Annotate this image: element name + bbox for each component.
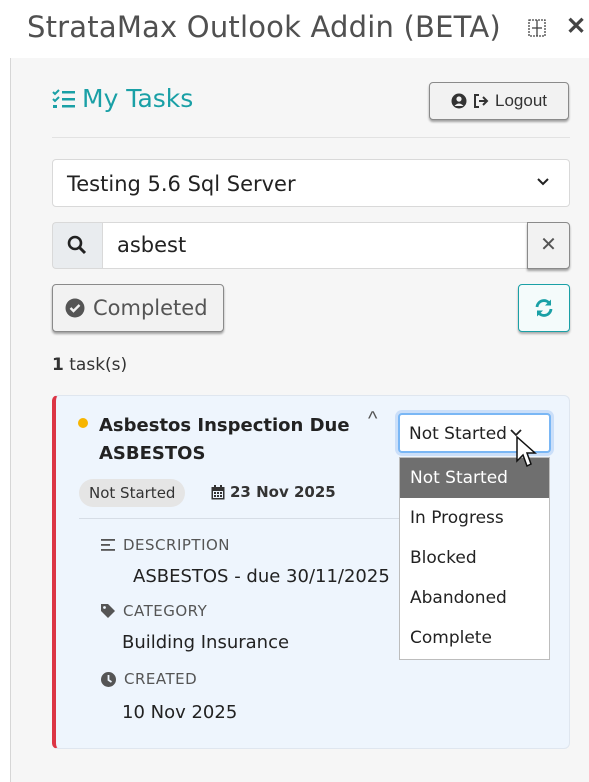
clock-icon <box>101 671 116 687</box>
search-group: asbest ✕ <box>52 222 570 269</box>
tag-icon <box>101 604 115 618</box>
category-label: CATEGORY <box>101 602 207 620</box>
search-icon-box <box>52 222 102 269</box>
collapse-icon[interactable]: ^ <box>368 408 377 431</box>
status-option[interactable]: Complete <box>400 618 549 658</box>
task-count-number: 1 <box>52 355 64 375</box>
status-option[interactable]: Blocked <box>400 538 549 578</box>
task-title-line2: ASBESTOS <box>99 443 206 464</box>
mouse-cursor-icon <box>516 436 537 468</box>
task-title[interactable]: Asbestos Inspection Due ASBESTOS <box>99 412 369 468</box>
status-badge: Not Started <box>79 479 186 507</box>
priority-dot <box>78 418 88 428</box>
status-option[interactable]: Abandoned <box>400 578 549 618</box>
completed-label: Completed <box>93 296 208 320</box>
close-icon[interactable]: ✕ <box>566 12 586 41</box>
status-dropdown-menu: Not Started In Progress Blocked Abandone… <box>399 457 550 660</box>
unpin-icon[interactable] <box>528 19 546 37</box>
task-title-line1: Asbestos Inspection Due <box>99 415 350 436</box>
tasks-list-icon <box>52 84 82 113</box>
page-title-text: My Tasks <box>82 84 194 113</box>
description-value: ASBESTOS - due 30/11/2025 <box>133 566 390 587</box>
description-label-text: DESCRIPTION <box>123 536 231 554</box>
sign-out-icon <box>474 94 489 108</box>
created-label-text: CREATED <box>124 670 198 688</box>
description-label: DESCRIPTION <box>101 536 230 554</box>
category-value: Building Insurance <box>122 632 290 653</box>
task-count: 1 task(s) <box>52 355 127 375</box>
status-select-value: Not Started <box>409 424 507 444</box>
server-select[interactable]: Testing 5.6 Sql Server <box>52 159 570 207</box>
search-input[interactable]: asbest <box>102 222 528 269</box>
close-icon: ✕ <box>540 234 557 256</box>
taskpane-titlebar: StrataMax Outlook Addin (BETA) ✕ <box>0 0 589 56</box>
chevron-down-icon <box>537 178 549 186</box>
created-label: CREATED <box>101 670 197 688</box>
server-select-value: Testing 5.6 Sql Server <box>67 172 296 196</box>
task-count-suffix: task(s) <box>69 355 128 375</box>
search-icon <box>67 235 87 255</box>
logout-button[interactable]: Logout <box>429 82 569 120</box>
check-circle-icon <box>65 298 85 318</box>
align-left-icon <box>101 539 115 551</box>
page-title: My Tasks <box>52 84 193 113</box>
window-title: StrataMax Outlook Addin (BETA) <box>27 10 501 44</box>
due-date: 23 Nov 2025 <box>211 483 336 501</box>
calendar-icon <box>211 484 225 499</box>
status-option[interactable]: In Progress <box>400 498 549 538</box>
created-value: 10 Nov 2025 <box>122 702 238 723</box>
completed-filter-button[interactable]: Completed <box>52 284 224 332</box>
refresh-button[interactable] <box>518 284 570 332</box>
user-circle-icon <box>451 93 467 109</box>
logout-label: Logout <box>495 91 547 110</box>
header-divider <box>52 137 570 138</box>
category-label-text: CATEGORY <box>123 602 208 620</box>
clear-search-button[interactable]: ✕ <box>527 222 570 269</box>
due-date-text: 23 Nov 2025 <box>230 483 336 501</box>
sync-icon <box>535 299 553 317</box>
card-divider <box>79 518 399 519</box>
